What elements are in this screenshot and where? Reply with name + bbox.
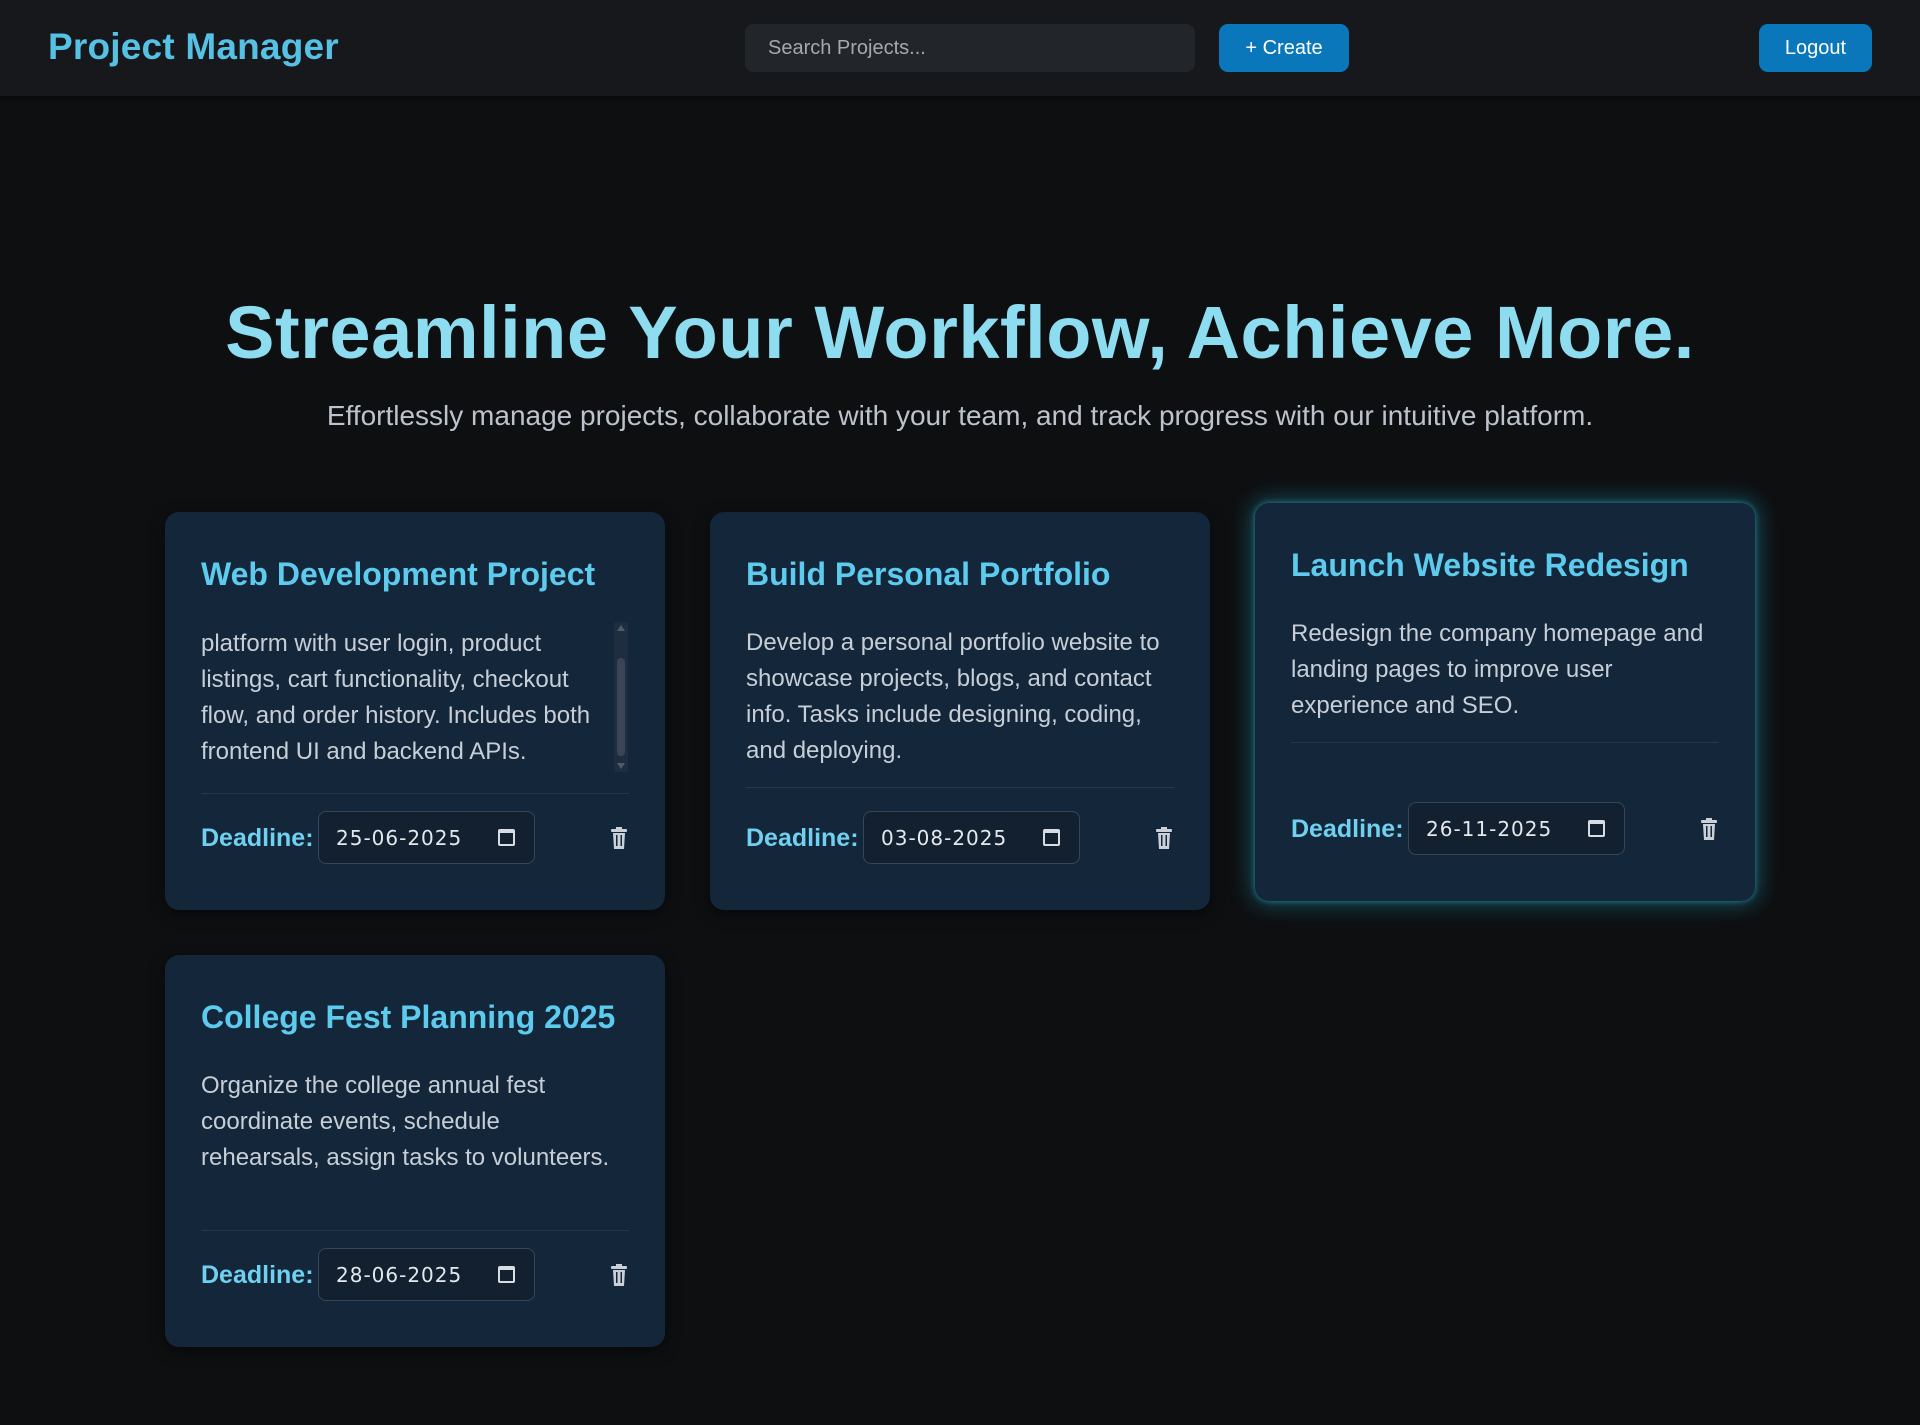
project-description: Develop a personal portfolio website to … xyxy=(746,629,1160,764)
hero-title: Streamline Your Workflow, Achieve More. xyxy=(225,291,1695,374)
project-card: Web Development Project platform with us… xyxy=(165,512,665,910)
search-input[interactable] xyxy=(745,24,1195,72)
deadline-value: 26-11-2025 xyxy=(1426,817,1553,841)
top-navbar: Project Manager + Create Logout xyxy=(0,0,1920,96)
trash-icon[interactable] xyxy=(1701,818,1717,840)
logout-button[interactable]: Logout xyxy=(1759,24,1872,72)
project-card: Launch Website Redesign Redesign the com… xyxy=(1255,503,1755,901)
deadline-label: Deadline: xyxy=(1291,815,1404,843)
card-divider xyxy=(201,1230,629,1231)
project-description[interactable]: platform with user login, product listin… xyxy=(201,626,621,774)
scroll-thumb[interactable] xyxy=(617,658,625,756)
deadline-label: Deadline: xyxy=(201,824,314,852)
deadline-date-input[interactable]: 28-06-2025 xyxy=(318,1248,535,1301)
calendar-icon[interactable] xyxy=(1043,829,1060,846)
calendar-icon[interactable] xyxy=(498,829,515,846)
description-scrollbar[interactable] xyxy=(614,622,628,772)
calendar-icon[interactable] xyxy=(498,1266,515,1283)
project-description: Organize the college annual fest coordin… xyxy=(201,1072,610,1171)
deadline-label: Deadline: xyxy=(746,824,859,852)
card-divider xyxy=(746,787,1174,788)
deadline-date-input[interactable]: 25-06-2025 xyxy=(318,811,535,864)
brand-title[interactable]: Project Manager xyxy=(48,26,339,68)
project-title: Build Personal Portfolio xyxy=(746,556,1111,592)
deadline-date-input[interactable]: 03-08-2025 xyxy=(863,811,1080,864)
trash-icon[interactable] xyxy=(611,827,627,849)
hero-subtitle: Effortlessly manage projects, collaborat… xyxy=(326,400,1594,431)
create-button[interactable]: + Create xyxy=(1219,24,1349,72)
deadline-date-input[interactable]: 26-11-2025 xyxy=(1408,802,1625,855)
trash-icon[interactable] xyxy=(611,1264,627,1286)
deadline-value: 25-06-2025 xyxy=(336,826,463,850)
project-title: Web Development Project xyxy=(201,556,596,592)
deadline-value: 28-06-2025 xyxy=(336,1263,463,1287)
project-card: College Fest Planning 2025 Organize the … xyxy=(165,955,665,1347)
project-title: College Fest Planning 2025 xyxy=(201,999,616,1035)
deadline-label: Deadline: xyxy=(201,1261,314,1289)
deadline-value: 03-08-2025 xyxy=(881,826,1008,850)
project-card: Build Personal Portfolio Develop a perso… xyxy=(710,512,1210,910)
trash-icon[interactable] xyxy=(1156,827,1172,849)
project-title: Launch Website Redesign xyxy=(1291,547,1689,583)
project-description: Redesign the company homepage and landin… xyxy=(1291,620,1704,719)
scroll-down-icon[interactable] xyxy=(617,763,625,769)
calendar-icon[interactable] xyxy=(1588,820,1605,837)
card-divider xyxy=(201,793,629,794)
scroll-up-icon[interactable] xyxy=(617,625,625,631)
card-divider xyxy=(1291,742,1719,743)
